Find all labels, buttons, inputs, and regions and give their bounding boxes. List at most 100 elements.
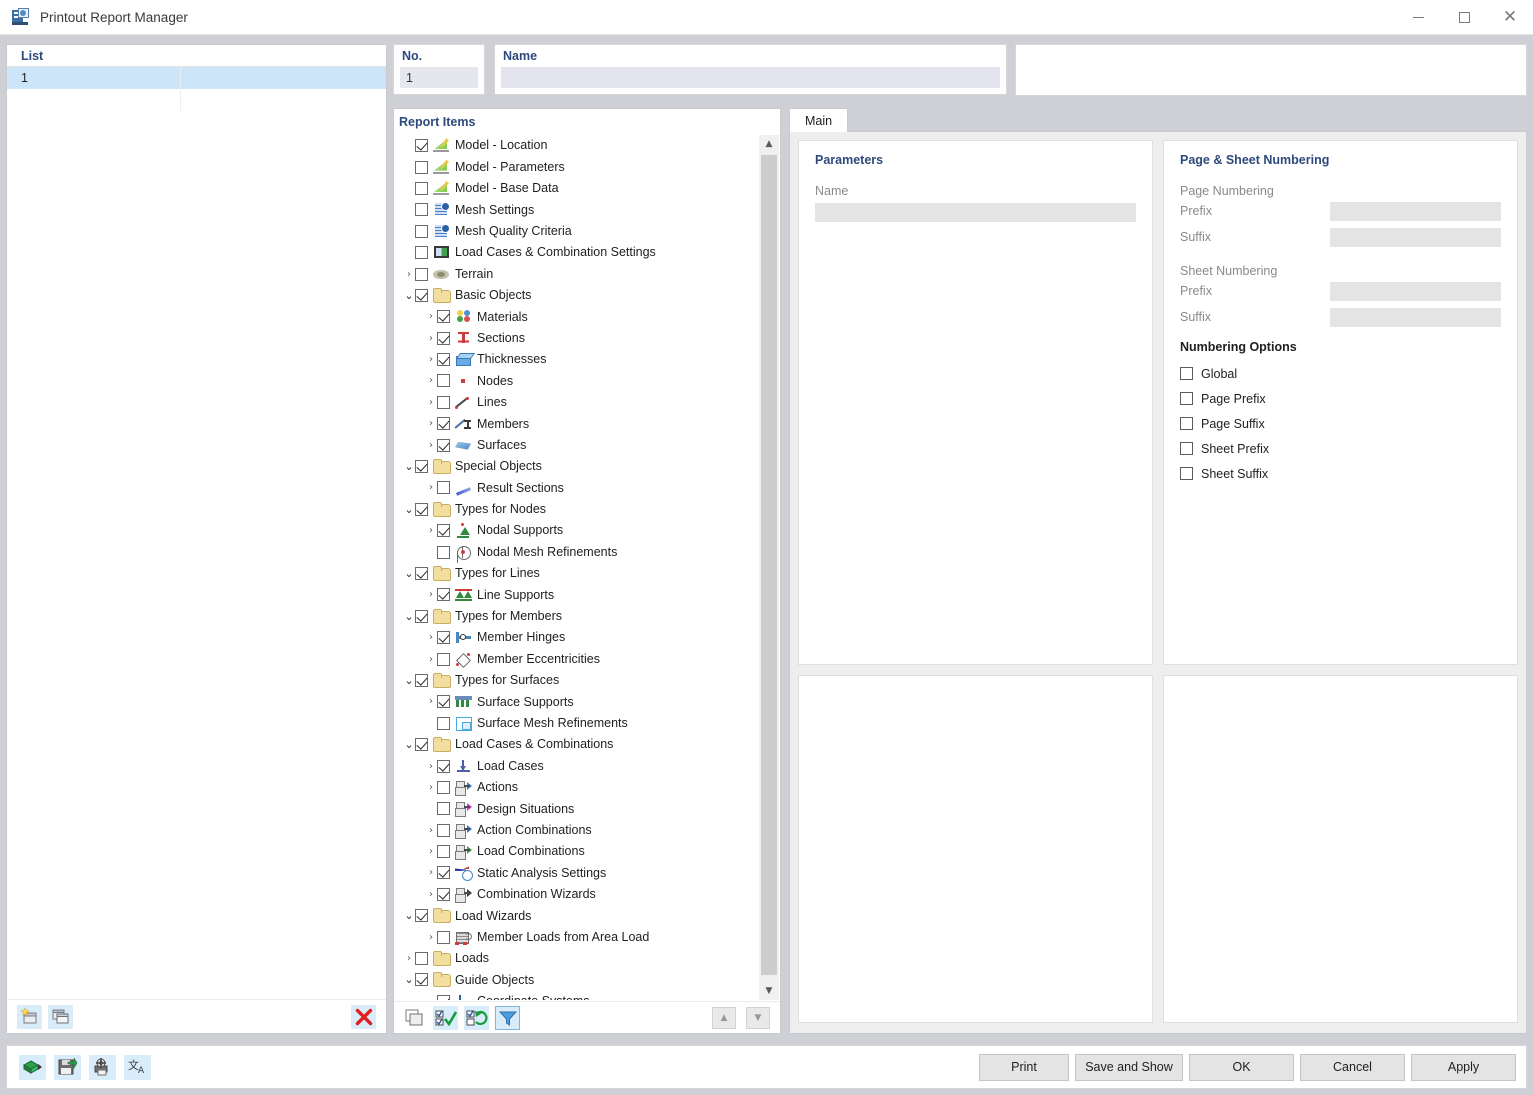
page-prefix-input[interactable]: [1330, 202, 1501, 221]
chevron-down-icon[interactable]: ⌄: [403, 973, 415, 986]
chevron-right-icon[interactable]: ›: [425, 654, 437, 665]
chevron-right-icon[interactable]: ›: [425, 440, 437, 451]
tree-item[interactable]: ⌄Basic Objects: [395, 285, 758, 306]
scrollbar-thumb[interactable]: [761, 155, 777, 975]
minimize-button[interactable]: [1395, 0, 1441, 35]
chevron-right-icon[interactable]: ›: [425, 333, 437, 344]
numbering-option-checkbox[interactable]: [1180, 442, 1193, 455]
tree-item-checkbox[interactable]: [415, 268, 428, 281]
numbering-option-row[interactable]: Page Suffix: [1180, 411, 1501, 436]
tree-item[interactable]: ›Result Sections: [395, 477, 758, 498]
tree-item-checkbox[interactable]: [437, 631, 450, 644]
tree-item-checkbox[interactable]: [415, 225, 428, 238]
tree-item[interactable]: ›Nodes: [395, 370, 758, 391]
numbering-option-row[interactable]: Page Prefix: [1180, 386, 1501, 411]
close-button[interactable]: ✕: [1487, 0, 1533, 35]
tree-item-checkbox[interactable]: [437, 866, 450, 879]
tree-item-checkbox[interactable]: [415, 952, 428, 965]
layout-icon[interactable]: [402, 1006, 427, 1030]
tree-item[interactable]: Load Cases & Combination Settings: [395, 242, 758, 263]
chevron-down-icon[interactable]: ⌄: [403, 460, 415, 473]
chevron-down-icon[interactable]: ⌄: [403, 503, 415, 516]
tree-item[interactable]: ⌄Load Cases & Combinations: [395, 734, 758, 755]
tree-item-checkbox[interactable]: [415, 503, 428, 516]
tree-item[interactable]: ⌄Types for Lines: [395, 563, 758, 584]
tree-item-checkbox[interactable]: [437, 931, 450, 944]
language-icon[interactable]: 文 A: [124, 1055, 151, 1080]
tree-item[interactable]: Mesh Quality Criteria: [395, 221, 758, 242]
tree-item[interactable]: Model - Location: [395, 135, 758, 156]
save-icon[interactable]: [54, 1055, 81, 1080]
tree-item[interactable]: Coordinate Systems: [395, 991, 758, 1000]
tree-item-checkbox[interactable]: [415, 161, 428, 174]
tree-item[interactable]: ›Static Analysis Settings: [395, 862, 758, 883]
tree-item[interactable]: ›Members: [395, 413, 758, 434]
chevron-right-icon[interactable]: ›: [425, 867, 437, 878]
chevron-right-icon[interactable]: ›: [425, 589, 437, 600]
scroll-up-icon[interactable]: ▲: [759, 135, 779, 153]
tree-item[interactable]: ›Thicknesses: [395, 349, 758, 370]
name-input[interactable]: [501, 67, 1000, 88]
maximize-button[interactable]: [1441, 0, 1487, 35]
tree-item[interactable]: ⌄Types for Surfaces: [395, 670, 758, 691]
numbering-option-row[interactable]: Global: [1180, 361, 1501, 386]
chevron-down-icon[interactable]: ⌄: [403, 909, 415, 922]
chevron-right-icon[interactable]: ›: [403, 269, 415, 280]
tree-item-checkbox[interactable]: [415, 973, 428, 986]
no-input[interactable]: 1: [400, 67, 478, 88]
tree-item-checkbox[interactable]: [437, 588, 450, 601]
tree-item-checkbox[interactable]: [415, 460, 428, 473]
tree-item-checkbox[interactable]: [437, 546, 450, 559]
tree-item[interactable]: ›Loads: [395, 948, 758, 969]
printer-settings-icon[interactable]: [89, 1055, 116, 1080]
page-suffix-input[interactable]: [1330, 228, 1501, 247]
tree-item-checkbox[interactable]: [437, 845, 450, 858]
tree-item[interactable]: ›Surface Supports: [395, 691, 758, 712]
tree-item-checkbox[interactable]: [437, 781, 450, 794]
tree-item[interactable]: ›Combination Wizards: [395, 884, 758, 905]
tree-item-checkbox[interactable]: [437, 995, 450, 1000]
tree-item[interactable]: Nodal Mesh Refinements: [395, 541, 758, 562]
tree-item-checkbox[interactable]: [437, 653, 450, 666]
chevron-right-icon[interactable]: ›: [425, 889, 437, 900]
tree-item[interactable]: Model - Parameters: [395, 156, 758, 177]
tree-item[interactable]: ›Load Combinations: [395, 841, 758, 862]
numbering-option-checkbox[interactable]: [1180, 367, 1193, 380]
tree-item[interactable]: ⌄Types for Nodes: [395, 499, 758, 520]
move-up-icon[interactable]: ▲: [712, 1007, 736, 1029]
tree-item[interactable]: Mesh Settings: [395, 199, 758, 220]
tree-item-checkbox[interactable]: [415, 610, 428, 623]
chevron-right-icon[interactable]: ›: [425, 418, 437, 429]
numbering-option-checkbox[interactable]: [1180, 392, 1193, 405]
sheet-suffix-input[interactable]: [1330, 308, 1501, 327]
numbering-option-checkbox[interactable]: [1180, 417, 1193, 430]
scrollbar-track[interactable]: [759, 153, 779, 982]
tree-item-checkbox[interactable]: [437, 332, 450, 345]
chevron-right-icon[interactable]: ›: [425, 397, 437, 408]
tree-item-checkbox[interactable]: [415, 738, 428, 751]
report-items-scrollbar[interactable]: ▲ ▼: [759, 135, 779, 1000]
copy-report-icon[interactable]: [48, 1005, 73, 1029]
new-report-icon[interactable]: [17, 1005, 42, 1029]
tree-item[interactable]: ›Sections: [395, 328, 758, 349]
tree-item[interactable]: ›Materials: [395, 306, 758, 327]
tree-item[interactable]: ›Actions: [395, 777, 758, 798]
tree-item[interactable]: ›Terrain: [395, 263, 758, 284]
tree-item[interactable]: ›Member Hinges: [395, 627, 758, 648]
tree-item-checkbox[interactable]: [415, 139, 428, 152]
tree-item-checkbox[interactable]: [437, 310, 450, 323]
ok-button[interactable]: OK: [1189, 1054, 1294, 1081]
tree-item-checkbox[interactable]: [437, 417, 450, 430]
chevron-right-icon[interactable]: ›: [425, 825, 437, 836]
tree-item-checkbox[interactable]: [415, 203, 428, 216]
move-down-icon[interactable]: ▼: [746, 1007, 770, 1029]
tree-item-checkbox[interactable]: [437, 481, 450, 494]
chevron-down-icon[interactable]: ⌄: [403, 289, 415, 302]
numbering-option-checkbox[interactable]: [1180, 467, 1193, 480]
chevron-right-icon[interactable]: ›: [425, 846, 437, 857]
chevron-right-icon[interactable]: ›: [425, 375, 437, 386]
tree-item-checkbox[interactable]: [437, 888, 450, 901]
tree-item[interactable]: ›Lines: [395, 392, 758, 413]
numbering-option-row[interactable]: Sheet Suffix: [1180, 461, 1501, 486]
tree-item-checkbox[interactable]: [437, 717, 450, 730]
